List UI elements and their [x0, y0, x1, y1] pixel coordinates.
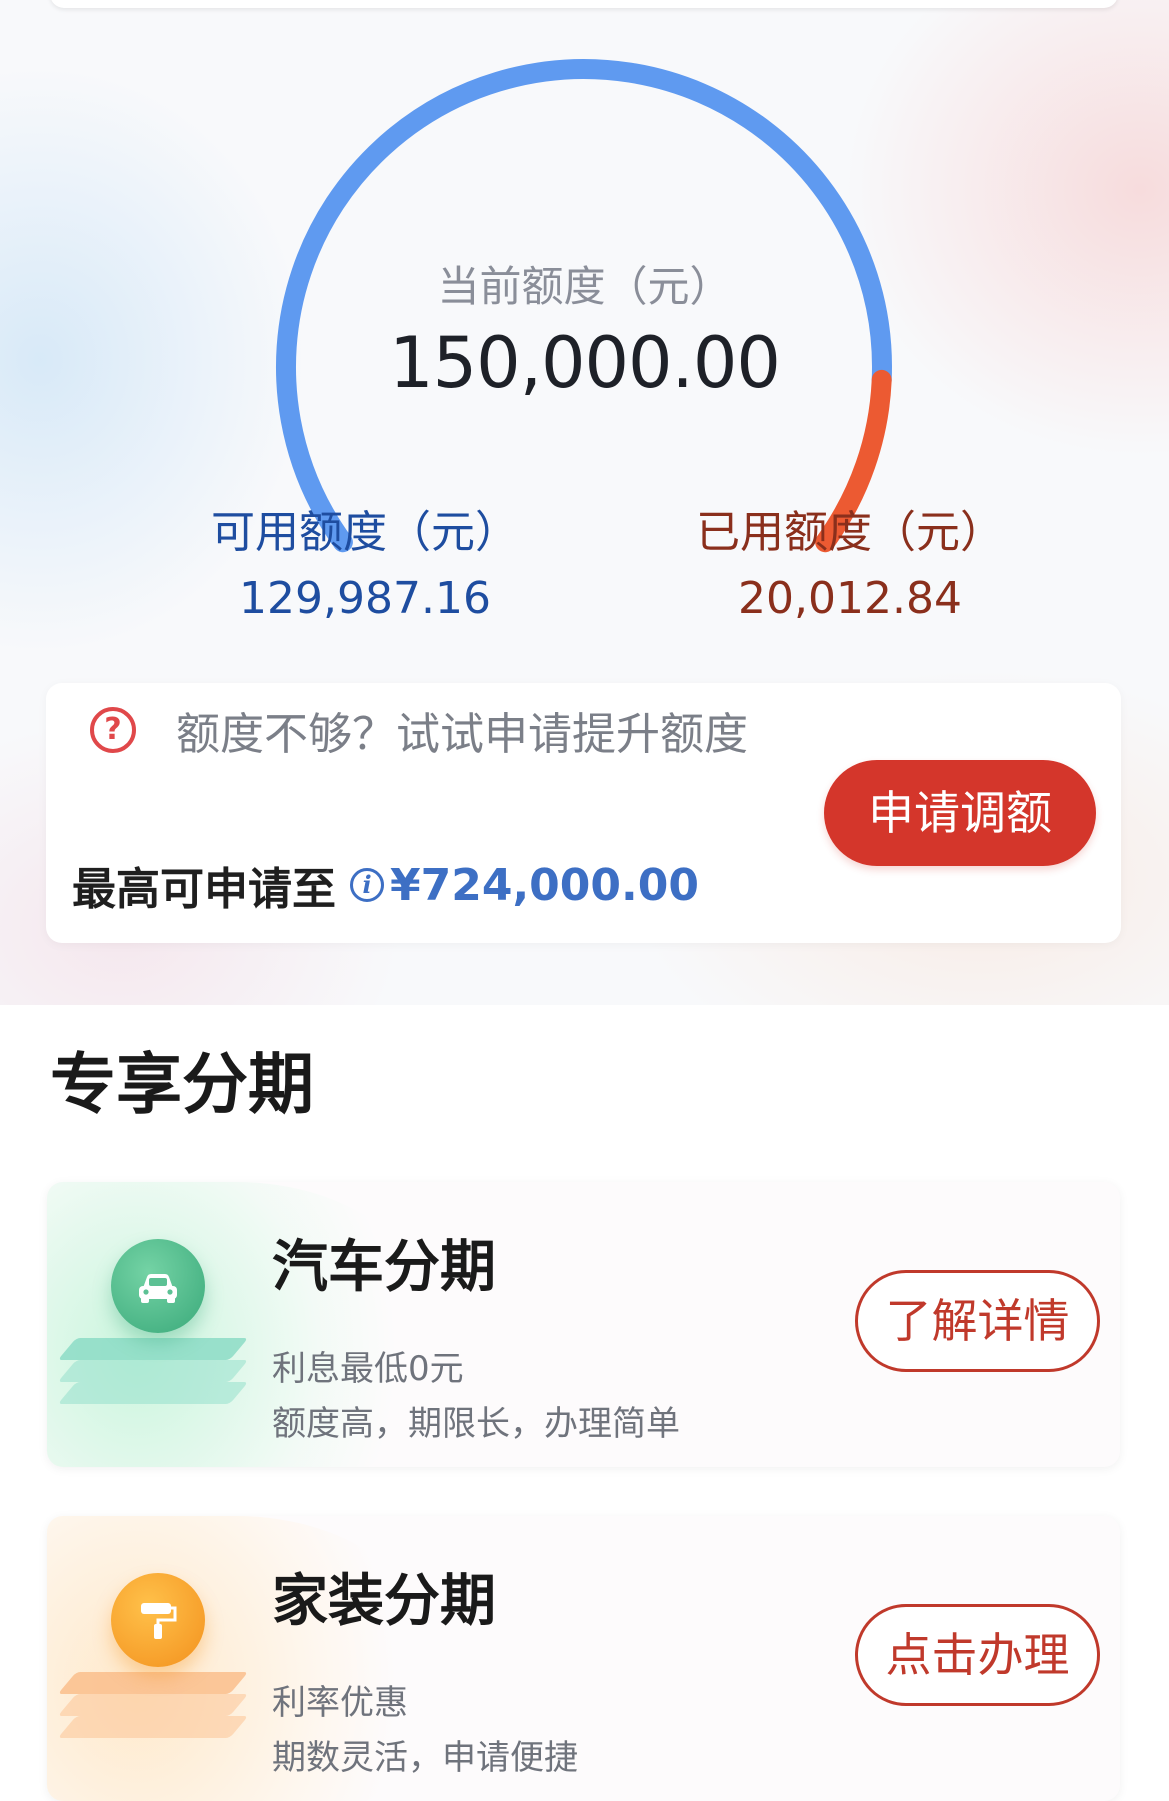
plate-decoration [57, 1672, 249, 1694]
current-limit-value: 150,000.00 [389, 322, 781, 404]
available-limit-label: 可用额度（元） [211, 507, 519, 558]
used-limit: 已用额度（元） 20,012.84 [680, 505, 1020, 627]
plate-decoration [57, 1360, 249, 1382]
section-title: 专享分期 [50, 1046, 314, 1123]
available-limit: 可用额度（元） 129,987.16 [200, 505, 530, 627]
used-limit-label: 已用额度（元） [696, 507, 1004, 558]
plate-decoration [57, 1382, 249, 1404]
product-description: 期数灵活，申请便捷 [272, 1738, 578, 1778]
used-limit-value: 20,012.84 [738, 573, 962, 624]
max-apply-label: 最高可申请至 [72, 864, 336, 915]
product-card-car[interactable]: 汽车分期 利息最低0元 额度高，期限长，办理简单 了解详情 [47, 1182, 1120, 1467]
max-apply-value: ¥724,000.00 [390, 859, 699, 911]
paint-roller-icon [111, 1573, 205, 1667]
raise-limit-card: ? 额度不够？试试申请提升额度 最高可申请至 i ¥724,000.00 申请调… [46, 683, 1121, 943]
credit-overview: 当前额度（元） 150,000.00 可用额度（元） 129,987.16 已用… [0, 0, 1169, 1005]
product-card-home[interactable]: 家装分期 利率优惠 期数灵活，申请便捷 点击办理 [47, 1516, 1120, 1801]
learn-more-button[interactable]: 了解详情 [855, 1270, 1100, 1372]
product-description: 额度高，期限长，办理简单 [272, 1404, 680, 1444]
current-limit-label: 当前额度（元） [437, 262, 732, 311]
question-circle-icon[interactable]: ? [90, 707, 136, 753]
plate-decoration [57, 1716, 249, 1738]
apply-adjust-button[interactable]: 申请调额 [824, 760, 1096, 866]
product-highlight: 利率优惠 [272, 1683, 408, 1723]
plate-decoration [57, 1694, 249, 1716]
product-title: 家装分期 [272, 1569, 496, 1634]
available-limit-value: 129,987.16 [239, 573, 491, 624]
raise-limit-prompt: 额度不够？试试申请提升额度 [176, 709, 748, 760]
car-icon [111, 1239, 205, 1333]
plate-decoration [57, 1338, 249, 1360]
product-title: 汽车分期 [272, 1235, 496, 1300]
max-apply-row: 最高可申请至 i ¥724,000.00 [72, 853, 699, 917]
product-highlight: 利息最低0元 [272, 1349, 464, 1389]
apply-now-button[interactable]: 点击办理 [855, 1604, 1100, 1706]
info-icon[interactable]: i [350, 868, 384, 902]
